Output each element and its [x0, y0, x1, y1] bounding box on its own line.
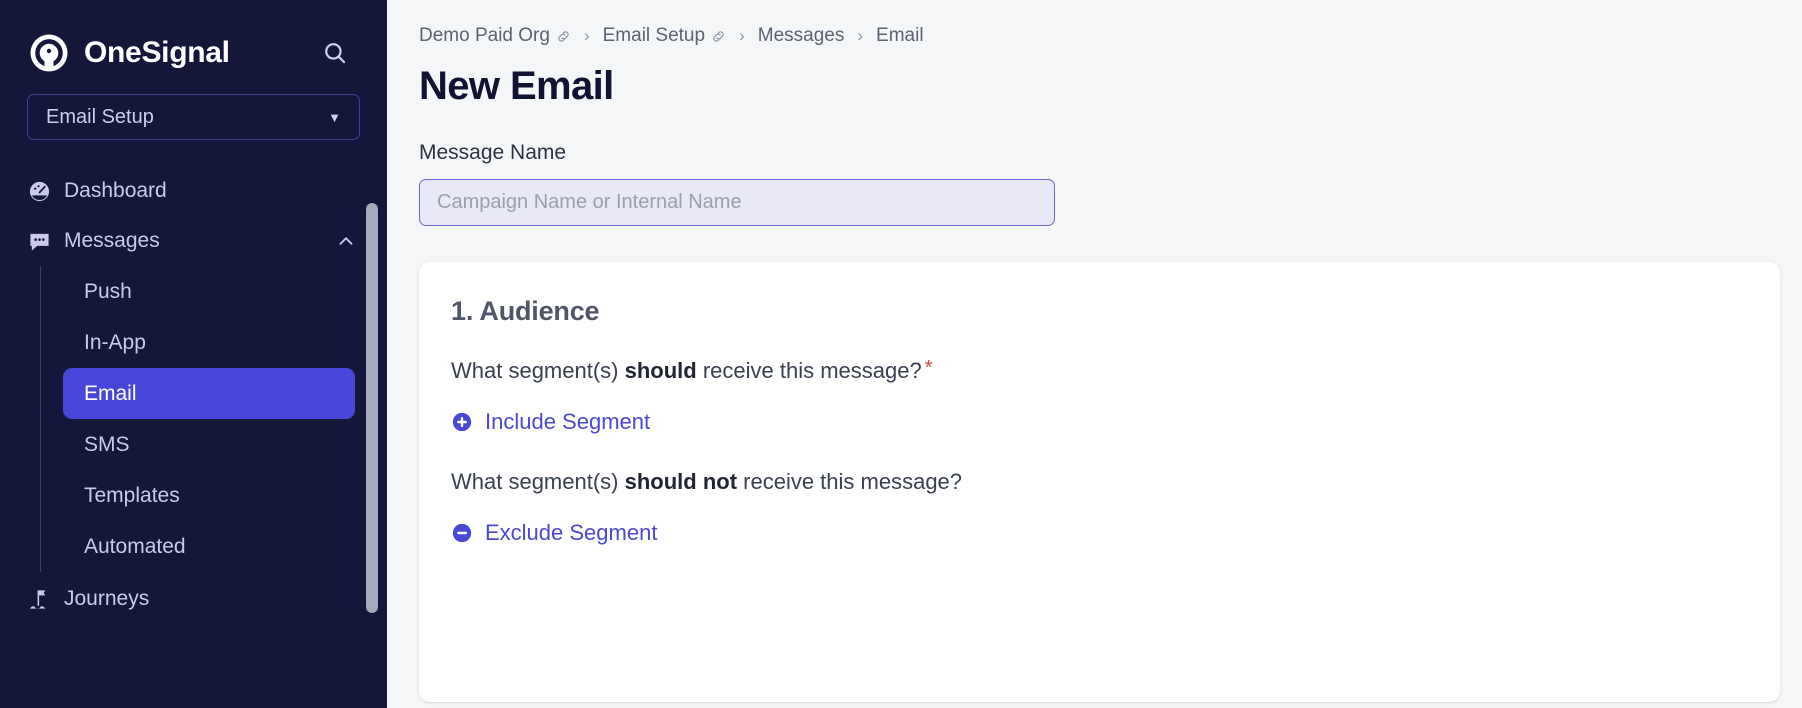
include-segment-label: Include Segment [485, 409, 651, 434]
plus-circle-icon [451, 411, 473, 433]
question-emphasis: should [624, 358, 697, 383]
app-root: OneSignal Email Setup ▼ Dashboard Messag… [0, 0, 1802, 708]
sidebar-subitem-label: Push [84, 279, 132, 303]
sidebar-item-label: Messages [64, 229, 160, 252]
sidebar-item-push[interactable]: Push [63, 266, 355, 317]
sidebar-item-in-app[interactable]: In-App [63, 317, 355, 368]
sidebar-subitem-label: SMS [84, 432, 130, 456]
question-emphasis: should not [624, 469, 738, 494]
search-icon[interactable] [318, 36, 352, 70]
speedometer-icon [27, 179, 51, 203]
chevron-up-icon[interactable] [335, 230, 357, 252]
question-prefix: What segment(s) [451, 469, 625, 494]
sidebar-scrollbar[interactable] [366, 203, 378, 613]
onesignal-logo-icon [27, 31, 71, 75]
link-icon [711, 29, 726, 44]
sidebar-item-label: Journeys [64, 587, 150, 610]
question-suffix: receive this message? [696, 358, 922, 383]
sidebar-subitem-label: In-App [84, 330, 146, 354]
sidebar-item-journeys[interactable]: Journeys [27, 574, 365, 624]
breadcrumb-item-email: Email [876, 25, 924, 47]
message-name-input[interactable] [419, 179, 1055, 226]
audience-card-title: 1. Audience [451, 296, 600, 326]
breadcrumb-label: Email Setup [602, 25, 706, 46]
sidebar-subitem-label: Automated [84, 534, 186, 558]
exclude-segment-label: Exclude Segment [485, 520, 658, 545]
breadcrumb-label: Demo Paid Org [419, 25, 550, 46]
app-selector-label: Email Setup [46, 105, 154, 128]
exclude-segment-question: What segment(s) should not receive this … [451, 469, 1780, 495]
sidebar-nav: Dashboard Messages Push In-App Email SMS… [0, 166, 387, 624]
sidebar-brand-row: OneSignal [0, 0, 387, 80]
sidebar-subitem-label: Email [84, 381, 137, 405]
message-name-label: Message Name [419, 141, 567, 164]
link-icon [556, 29, 571, 44]
caret-down-icon: ▼ [328, 109, 341, 125]
breadcrumb-item-app[interactable]: Email Setup [603, 25, 726, 47]
sidebar-item-dashboard[interactable]: Dashboard [27, 166, 365, 216]
sidebar-item-sms[interactable]: SMS [63, 419, 355, 470]
sidebar-subitem-label: Templates [84, 483, 180, 507]
main-content: Demo Paid Org › Email Setup › Messages ›… [387, 0, 1802, 708]
exclude-segment-button[interactable]: Exclude Segment [451, 520, 657, 546]
sidebar-item-automated[interactable]: Automated [63, 521, 355, 572]
breadcrumb-item-messages[interactable]: Messages [758, 25, 845, 47]
question-suffix: receive this message? [737, 469, 963, 494]
sidebar-item-templates[interactable]: Templates [63, 470, 355, 521]
sidebar-item-label: Dashboard [64, 179, 167, 202]
required-marker: * [924, 357, 933, 379]
include-segment-question: What segment(s) should receive this mess… [451, 358, 1780, 384]
breadcrumb-item-org[interactable]: Demo Paid Org [419, 25, 571, 47]
question-prefix: What segment(s) [451, 358, 625, 383]
app-selector-dropdown[interactable]: Email Setup ▼ [27, 94, 360, 140]
brand-name: OneSignal [84, 36, 230, 69]
minus-circle-icon [451, 522, 473, 544]
breadcrumb-label: Messages [757, 25, 845, 46]
page-title: New Email [419, 64, 614, 108]
breadcrumb-separator: › [857, 26, 864, 45]
breadcrumb-separator: › [739, 26, 745, 45]
breadcrumb-label: Email [876, 25, 924, 46]
journey-flag-icon [27, 587, 51, 611]
breadcrumb: Demo Paid Org › Email Setup › Messages ›… [387, 0, 1802, 47]
sidebar-item-messages[interactable]: Messages [27, 216, 365, 266]
audience-card: 1. Audience What segment(s) should recei… [419, 262, 1780, 702]
chat-bubble-icon [27, 229, 51, 253]
sidebar: OneSignal Email Setup ▼ Dashboard Messag… [0, 0, 387, 708]
sidebar-item-email[interactable]: Email [63, 368, 355, 419]
sidebar-submenu-messages: Push In-App Email SMS Templates Automate… [40, 266, 365, 572]
include-segment-button[interactable]: Include Segment [451, 409, 650, 435]
breadcrumb-separator: › [583, 26, 590, 45]
